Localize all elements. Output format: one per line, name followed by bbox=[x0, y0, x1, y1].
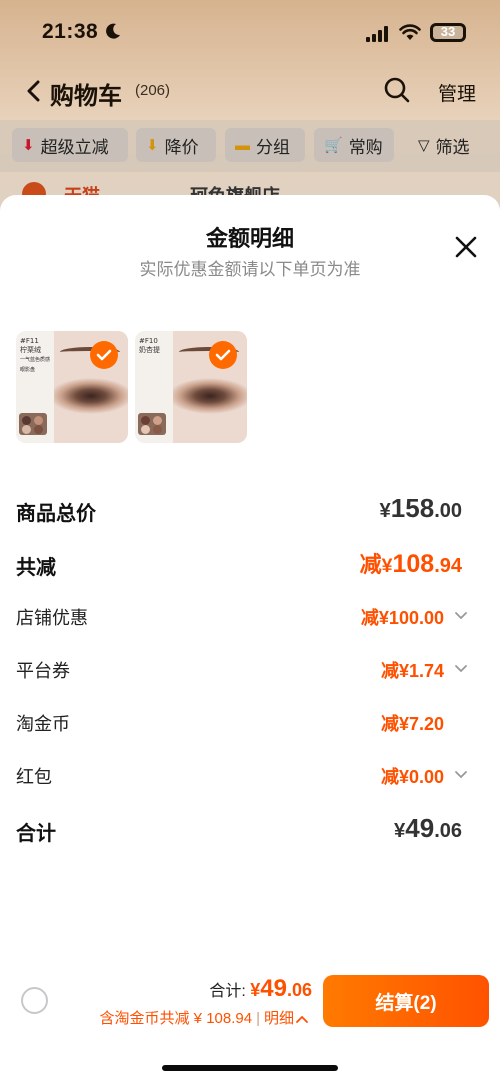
filter-icon: ▽ bbox=[418, 137, 430, 154]
row-taojinbi: 淘金币 减¥7.20 bbox=[16, 704, 462, 744]
row-total-discount: 共减 减¥108.94 bbox=[16, 545, 462, 585]
cellular-signal-icon bbox=[366, 26, 388, 42]
wifi-icon bbox=[399, 24, 421, 40]
row-shop-discount[interactable]: 店铺优惠 减¥100.00 bbox=[16, 598, 467, 638]
amount-detail-sheet: 金额明细 实际优惠金额请以下单页为准 #F11 柠栗绒 一气蓝色质感眼影盘 #F10… bbox=[0, 195, 500, 1082]
product-caption: #F11 柠栗绒 一气蓝色质感眼影盘 bbox=[20, 337, 51, 373]
total-discount-value: 减¥108.94 bbox=[359, 550, 462, 578]
chevron-down-icon[interactable] bbox=[454, 611, 468, 621]
product-info-panel: #F10 奶杏提 bbox=[135, 331, 173, 443]
status-time: 21:38 bbox=[42, 20, 99, 43]
search-icon[interactable] bbox=[383, 76, 411, 104]
chevron-up-icon[interactable] bbox=[296, 1015, 308, 1023]
battery-level: 33 bbox=[440, 24, 456, 39]
detail-toggle-label[interactable]: 明细 bbox=[264, 1010, 294, 1027]
filter-chip-label: 超级立减 bbox=[40, 137, 109, 157]
filter-chip-price-drop[interactable]: ⬇ 降价 bbox=[136, 128, 216, 162]
platform-coupon-value: 减¥1.74 bbox=[380, 661, 444, 681]
sheet-subtitle: 实际优惠金额请以下单页为准 bbox=[139, 260, 361, 279]
filter-chip-super-discount[interactable]: ⬇ 超级立减 bbox=[12, 128, 128, 162]
filter-chip-label: 常购 bbox=[348, 137, 383, 157]
page-title: 购物车 bbox=[50, 83, 122, 110]
row-grand-total: 合计 ¥49.06 bbox=[16, 811, 462, 851]
cart-icon: 🛒 bbox=[324, 137, 343, 154]
row-label: 平台券 bbox=[16, 661, 70, 681]
row-label: 合计 bbox=[16, 823, 56, 845]
row-label: 淘金币 bbox=[16, 714, 70, 734]
status-bar: 21:38 33 bbox=[0, 0, 500, 64]
close-icon[interactable] bbox=[452, 233, 480, 261]
checkout-bar: 合计: ¥49.06 含淘金币共减 ¥ 108.94 | 明细 结算(2) bbox=[0, 955, 500, 1082]
product-caption: #F10 奶杏提 bbox=[139, 337, 160, 354]
saving-text: 含淘金币共减 ¥ 108.94 bbox=[99, 1010, 253, 1027]
subtotal-value: ¥158.00 bbox=[379, 493, 462, 523]
filter-chip-label: 降价 bbox=[164, 137, 199, 157]
row-subtotal: 商品总价 ¥158.00 bbox=[16, 491, 462, 531]
select-all-radio[interactable] bbox=[21, 987, 48, 1014]
red-arrow-down-icon: ⬇ bbox=[22, 137, 35, 154]
cart-count: (206) bbox=[135, 82, 171, 99]
sheet-title: 金额明细 bbox=[205, 226, 294, 251]
red-packet-value: 减¥0.00 bbox=[380, 767, 444, 787]
product-thumbnail[interactable]: #F10 奶杏提 bbox=[135, 331, 247, 443]
total-line: 合计: ¥49.06 bbox=[209, 975, 312, 1003]
filter-chip-group[interactable]: ▬ 分组 bbox=[225, 128, 305, 162]
taojinbi-value: 减¥7.20 bbox=[380, 714, 444, 734]
row-label: 商品总价 bbox=[16, 503, 96, 525]
row-label: 红包 bbox=[16, 767, 52, 787]
home-indicator bbox=[162, 1065, 338, 1071]
checkout-button[interactable]: 结算(2) bbox=[323, 975, 489, 1027]
filter-bar: ⬇ 超级立减 ⬇ 降价 ▬ 分组 🛒 常购 ▽ 筛选 bbox=[0, 120, 500, 172]
total-label: 合计: bbox=[209, 983, 246, 1000]
row-label: 共减 bbox=[16, 557, 56, 579]
eyeshadow-palette-image bbox=[19, 413, 47, 435]
battery-indicator: 33 bbox=[430, 23, 466, 42]
chevron-down-icon[interactable] bbox=[454, 770, 468, 780]
yellow-arrow-down-icon: ⬇ bbox=[146, 137, 159, 154]
shop-discount-value: 减¥100.00 bbox=[360, 608, 444, 628]
filter-chip-label: 分组 bbox=[256, 137, 290, 157]
product-info-panel: #F11 柠栗绒 一气蓝色质感眼影盘 bbox=[16, 331, 54, 443]
moon-icon bbox=[106, 23, 120, 39]
cart-header: 购物车 (206) 管理 bbox=[0, 64, 500, 116]
folder-icon: ▬ bbox=[235, 136, 250, 154]
back-arrow-icon[interactable] bbox=[26, 80, 42, 102]
manage-button[interactable]: 管理 bbox=[438, 79, 476, 106]
grand-total-value: ¥49.06 bbox=[393, 813, 462, 843]
filter-chip-frequent[interactable]: 🛒 常购 bbox=[314, 128, 394, 162]
checked-icon[interactable] bbox=[209, 341, 237, 369]
filter-button[interactable]: ▽ 筛选 bbox=[408, 128, 492, 162]
total-amount: ¥49.06 bbox=[250, 975, 312, 1002]
chevron-down-icon[interactable] bbox=[454, 664, 468, 674]
row-red-packet[interactable]: 红包 减¥0.00 bbox=[16, 757, 467, 797]
row-label: 店铺优惠 bbox=[16, 608, 88, 628]
eyeshadow-palette-image bbox=[138, 413, 166, 435]
checked-icon[interactable] bbox=[90, 341, 118, 369]
saving-summary[interactable]: 含淘金币共减 ¥ 108.94 | 明细 bbox=[100, 1007, 308, 1028]
row-platform-coupon[interactable]: 平台券 减¥1.74 bbox=[16, 651, 467, 691]
product-thumbnail[interactable]: #F11 柠栗绒 一气蓝色质感眼影盘 bbox=[16, 331, 128, 443]
filter-chip-label: 筛选 bbox=[435, 137, 470, 157]
